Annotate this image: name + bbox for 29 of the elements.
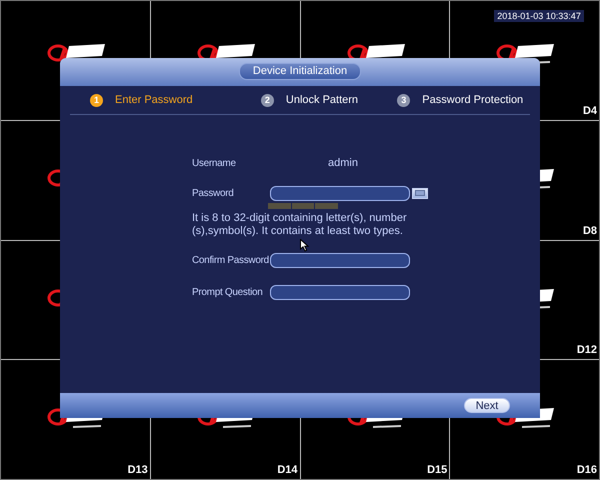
channel-label: D14: [277, 464, 298, 476]
next-button[interactable]: Next: [464, 398, 510, 413]
field-label: Prompt Question: [192, 286, 264, 298]
dialog-title: Device Initialization: [239, 63, 361, 80]
logo-drawing: [496, 44, 556, 65]
step-number: 2: [260, 94, 274, 106]
step-number: 1: [90, 94, 103, 106]
field-label: Username: [192, 158, 237, 168]
channel-label: D8: [582, 224, 597, 236]
channel-label: D15: [427, 464, 448, 476]
channel-label: D12: [576, 344, 597, 356]
text-field[interactable]: [270, 284, 410, 300]
step-label: Unlock Pattern: [286, 94, 358, 106]
channel-label: D13: [128, 464, 148, 476]
field-label: Confirm Password: [192, 254, 270, 266]
cursor-icon: [300, 239, 309, 252]
channel-label: D16: [576, 464, 597, 476]
keyboard-button[interactable]: [412, 188, 428, 198]
field-label: Password: [192, 188, 235, 198]
password-field[interactable]: [270, 186, 410, 200]
text-field[interactable]: [270, 252, 410, 268]
step-number: 3: [397, 94, 410, 106]
channel-label: D4: [582, 104, 597, 117]
timestamp: 2018-01-03 10:33:47: [494, 10, 584, 22]
username-value: admin: [328, 157, 358, 169]
step-label: Enter Password: [115, 94, 193, 106]
strength-meter: [268, 203, 338, 209]
step-label: Password Protection: [422, 94, 524, 106]
hint-text: It is 8 to 32-digit containing letter(s), number(s),symbol(s). It contains at least two types.: [192, 212, 408, 238]
